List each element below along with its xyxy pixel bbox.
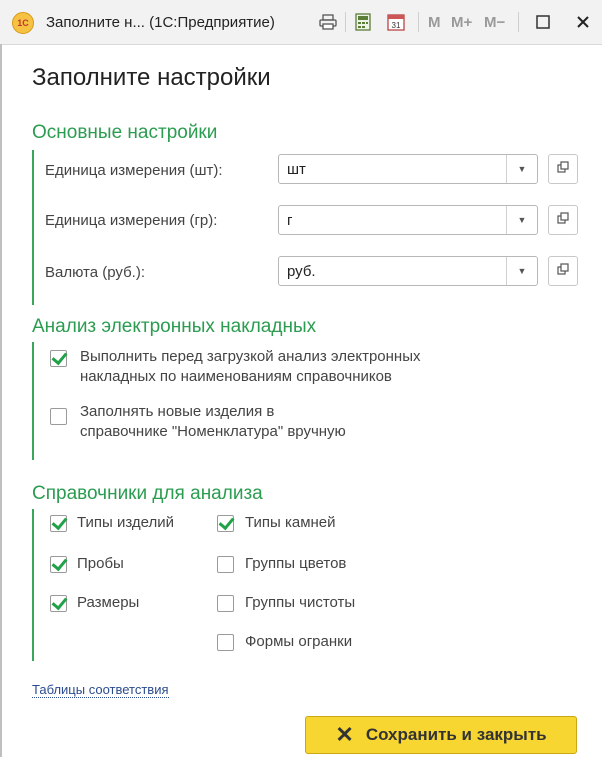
memory-plus-button[interactable]: M+ xyxy=(451,0,472,44)
app-logo-icon: 1С xyxy=(12,12,34,34)
chevron-down-icon: ▼ xyxy=(517,164,527,174)
memory-button[interactable]: M xyxy=(428,0,441,44)
open-window-icon xyxy=(557,211,569,229)
cut-shapes-checkbox[interactable] xyxy=(217,634,234,651)
unit-pcs-dropdown-button[interactable]: ▼ xyxy=(506,155,537,183)
toolbar-divider xyxy=(418,12,419,32)
section-basic-title: Основные настройки xyxy=(32,122,218,143)
color-groups-checkbox[interactable] xyxy=(217,556,234,573)
analyze-before-load-checkbox[interactable] xyxy=(50,350,67,367)
stone-types-checkbox[interactable] xyxy=(217,515,234,532)
unit-pcs-label: Единица измерения (шт): xyxy=(45,162,223,179)
chevron-down-icon: ▼ xyxy=(517,266,527,276)
close-button[interactable] xyxy=(574,0,592,44)
chevron-down-icon: ▼ xyxy=(517,215,527,225)
memory-minus-button[interactable]: M− xyxy=(484,0,505,44)
unit-pcs-value[interactable]: шт xyxy=(279,161,506,178)
maximize-icon xyxy=(534,13,552,31)
print-button[interactable] xyxy=(319,0,337,44)
item-types-checkbox[interactable] xyxy=(50,515,67,532)
cut-shapes-label[interactable]: Формы огранки xyxy=(245,632,352,652)
calculator-icon xyxy=(354,13,372,31)
calculator-button[interactable] xyxy=(354,0,372,44)
analyze-before-load-label-line2: накладных по наименованиям справочников xyxy=(80,368,392,385)
stone-types-label[interactable]: Типы камней xyxy=(245,513,336,533)
section-catalogs-title: Справочники для анализа xyxy=(32,483,263,504)
fill-manually-label-line1: Заполнять новые изделия в xyxy=(80,403,275,420)
save-and-close-label: Сохранить и закрыть xyxy=(365,725,547,744)
sizes-label[interactable]: Размеры xyxy=(77,593,139,613)
save-and-close-button[interactable]: ✕ Сохранить и закрыть xyxy=(305,716,577,754)
toolbar-divider xyxy=(518,12,519,32)
toolbar-divider xyxy=(345,12,346,32)
printer-icon xyxy=(319,13,337,31)
close-icon: ✕ xyxy=(335,722,354,747)
open-window-icon xyxy=(557,160,569,178)
assays-checkbox[interactable] xyxy=(50,556,67,573)
analyze-before-load-label[interactable]: Выполнить перед загрузкой анализ электро… xyxy=(80,347,421,387)
currency-label: Валюта (руб.): xyxy=(45,264,145,281)
unit-pcs-open-button[interactable] xyxy=(548,154,578,184)
close-icon xyxy=(574,13,592,31)
unit-gr-label: Единица измерения (гр): xyxy=(45,212,218,229)
currency-open-button[interactable] xyxy=(548,256,578,286)
assays-label[interactable]: Пробы xyxy=(77,554,124,574)
section-analysis-title: Анализ электронных накладных xyxy=(32,316,317,337)
form-title: Заполните настройки xyxy=(32,64,271,91)
open-window-icon xyxy=(557,262,569,280)
currency-input[interactable]: руб. ▼ xyxy=(278,256,538,286)
window-left-border xyxy=(0,44,2,757)
window-title: Заполните н... (1С:Предприятие) xyxy=(46,13,275,31)
fill-manually-checkbox[interactable] xyxy=(50,408,67,425)
calendar-button[interactable]: 31 xyxy=(387,0,405,44)
clarity-groups-checkbox[interactable] xyxy=(217,595,234,612)
svg-text:31: 31 xyxy=(392,21,401,30)
unit-gr-value[interactable]: г xyxy=(279,212,506,229)
sizes-checkbox[interactable] xyxy=(50,595,67,612)
mapping-tables-link[interactable]: Таблицы соответствия xyxy=(32,682,169,698)
currency-dropdown-button[interactable]: ▼ xyxy=(506,257,537,285)
group-analysis-bar xyxy=(32,342,34,460)
clarity-groups-label[interactable]: Группы чистоты xyxy=(245,593,355,613)
currency-value[interactable]: руб. xyxy=(279,263,506,280)
calendar-icon: 31 xyxy=(387,13,405,31)
maximize-button[interactable] xyxy=(534,0,552,44)
window-titlebar: 1С Заполните н... (1С:Предприятие) 31 M … xyxy=(0,0,602,45)
group-basic-bar xyxy=(32,150,34,305)
unit-gr-open-button[interactable] xyxy=(548,205,578,235)
unit-gr-dropdown-button[interactable]: ▼ xyxy=(506,206,537,234)
fill-manually-label-line2: справочнике "Номенклатура" вручную xyxy=(80,423,346,440)
unit-pcs-input[interactable]: шт ▼ xyxy=(278,154,538,184)
color-groups-label[interactable]: Группы цветов xyxy=(245,554,346,574)
unit-gr-input[interactable]: г ▼ xyxy=(278,205,538,235)
analyze-before-load-label-line1: Выполнить перед загрузкой анализ электро… xyxy=(80,348,421,365)
fill-manually-label[interactable]: Заполнять новые изделия в справочнике "Н… xyxy=(80,402,346,442)
group-catalogs-bar xyxy=(32,509,34,661)
item-types-label[interactable]: Типы изделий xyxy=(77,513,174,533)
